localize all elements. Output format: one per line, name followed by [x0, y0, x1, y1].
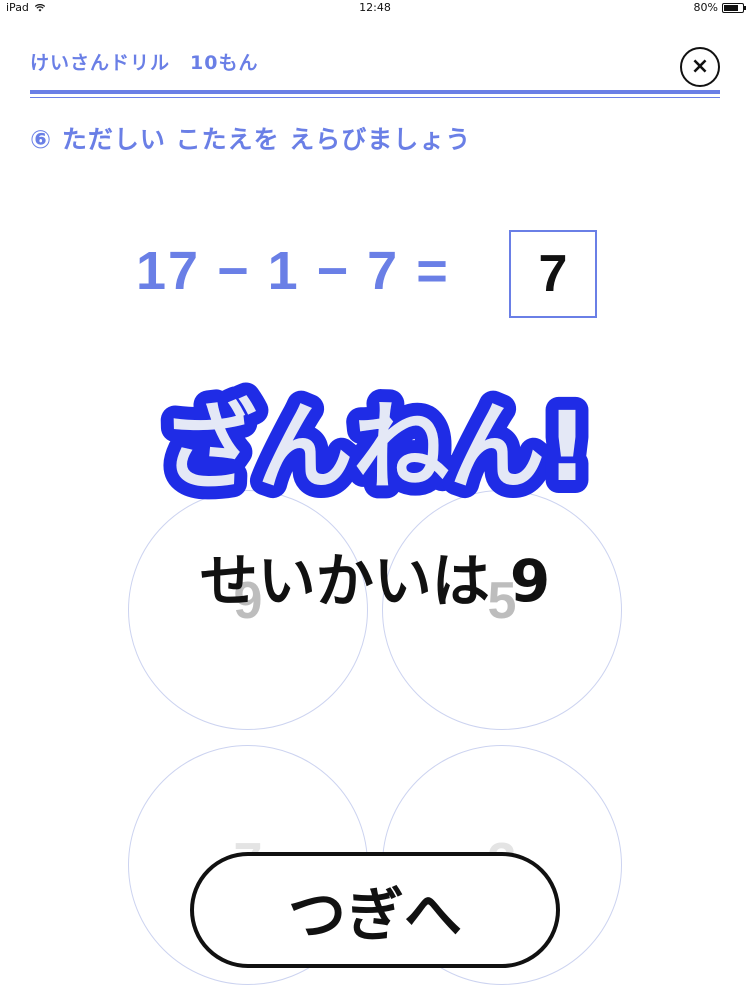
battery-percent: 80% [693, 1, 718, 14]
battery-icon [722, 2, 746, 13]
next-button-label: つぎへ [287, 881, 462, 949]
status-bar: iPad 12:48 80% [0, 0, 750, 16]
drill-screen: iPad 12:48 80% けいさんドリル 10もん × ⑥ ただしい こたえ… [0, 0, 750, 1000]
result-banner-text: ざんねん! [161, 391, 589, 503]
correct-answer-text: せいかいは 9 [199, 547, 551, 615]
close-button[interactable]: × [680, 47, 720, 87]
status-right: 80% [693, 1, 746, 14]
question-prompt: ⑥ ただしい こたえを えらびましょう [30, 125, 472, 154]
header-divider-thin [30, 97, 720, 98]
result-banner-graphic: ざんねん! ざんねん! [148, 380, 602, 510]
answer-box: 7 [509, 230, 597, 318]
selected-answer: 7 [538, 245, 568, 303]
battery-fill [724, 4, 739, 11]
result-banner: ざんねん! ざんねん! [0, 380, 750, 510]
header-divider [30, 90, 720, 94]
status-time: 12:48 [359, 1, 391, 14]
close-icon: × [690, 54, 710, 79]
drill-title: けいさんドリル 10もん [30, 52, 259, 74]
next-button[interactable]: つぎへ [190, 852, 560, 968]
equation: 17 − 1 − 7 = [136, 241, 450, 301]
